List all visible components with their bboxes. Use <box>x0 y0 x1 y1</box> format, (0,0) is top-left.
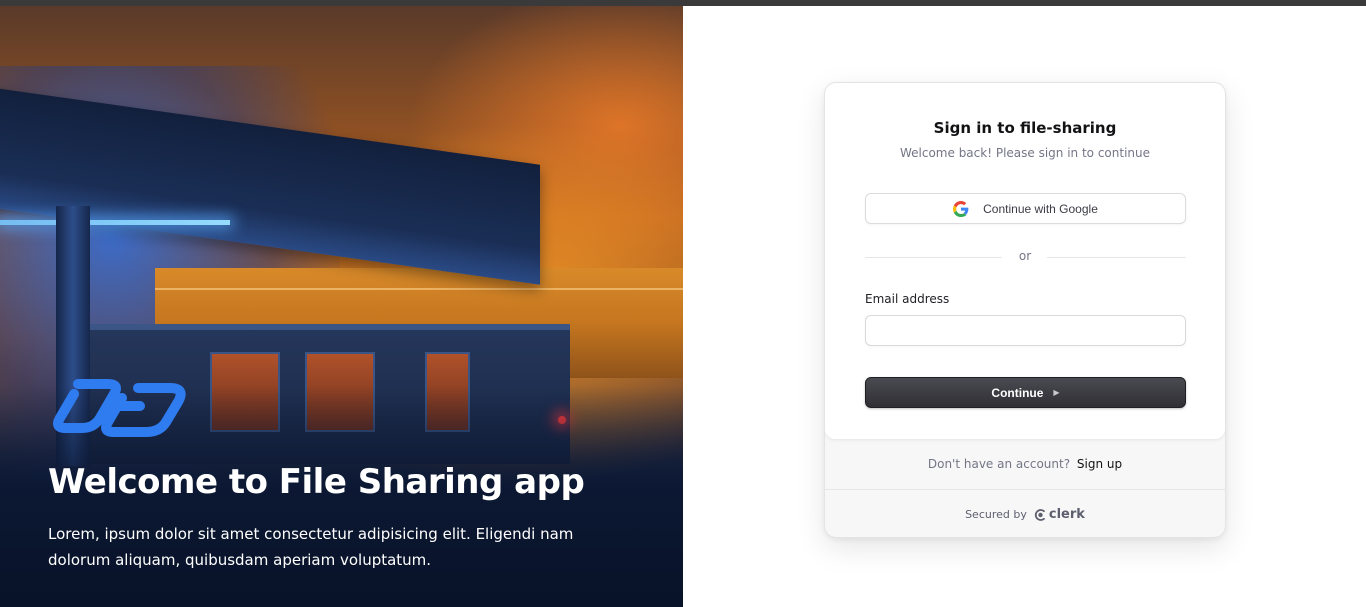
continue-button-label: Continue <box>991 385 1044 400</box>
divider-or-text: or <box>1018 249 1032 263</box>
divider-line-right <box>1047 257 1186 258</box>
clerk-logo[interactable]: clerk <box>1033 507 1085 522</box>
divider-line-left <box>865 257 1002 258</box>
footer-divider <box>825 489 1225 490</box>
secured-by-text: Secured by <box>965 508 1027 521</box>
continue-with-google-button[interactable]: Continue with Google <box>865 193 1186 224</box>
triangle-right-icon: ▶ <box>1053 388 1060 397</box>
hero-background-stripe <box>155 288 683 290</box>
sign-up-prompt-text: Don't have an account? <box>927 457 1071 471</box>
secured-by-footer: Secured by clerk <box>825 507 1225 522</box>
sign-in-subtitle: Welcome back! Please sign in to continue <box>899 146 1151 160</box>
clerk-brand-text: clerk <box>1048 507 1085 522</box>
sign-up-link[interactable]: Sign up <box>1077 457 1122 471</box>
sign-up-prompt: Don't have an account? Sign up <box>825 457 1225 471</box>
email-address-input[interactable] <box>865 315 1186 346</box>
hero-description: Lorem, ipsum dolor sit amet consectetur … <box>48 525 574 569</box>
clerk-icon <box>1034 508 1045 521</box>
hero-background-light <box>0 220 230 225</box>
hero-title: Welcome to File Sharing app <box>48 462 585 502</box>
chain-link-icon <box>53 379 186 437</box>
google-icon <box>953 200 969 217</box>
email-address-label: Email address <box>865 292 950 306</box>
continue-button[interactable]: Continue ▶ <box>865 377 1186 408</box>
sign-in-form: Sign in to file-sharing Welcome back! Pl… <box>825 83 1225 439</box>
sign-in-card: Sign in to file-sharing Welcome back! Pl… <box>824 82 1226 538</box>
continue-with-google-label: Continue with Google <box>983 201 1098 216</box>
sign-in-title: Sign in to file-sharing <box>933 119 1117 137</box>
hero-panel: Welcome to File Sharing app Lorem, ipsum… <box>0 6 683 607</box>
